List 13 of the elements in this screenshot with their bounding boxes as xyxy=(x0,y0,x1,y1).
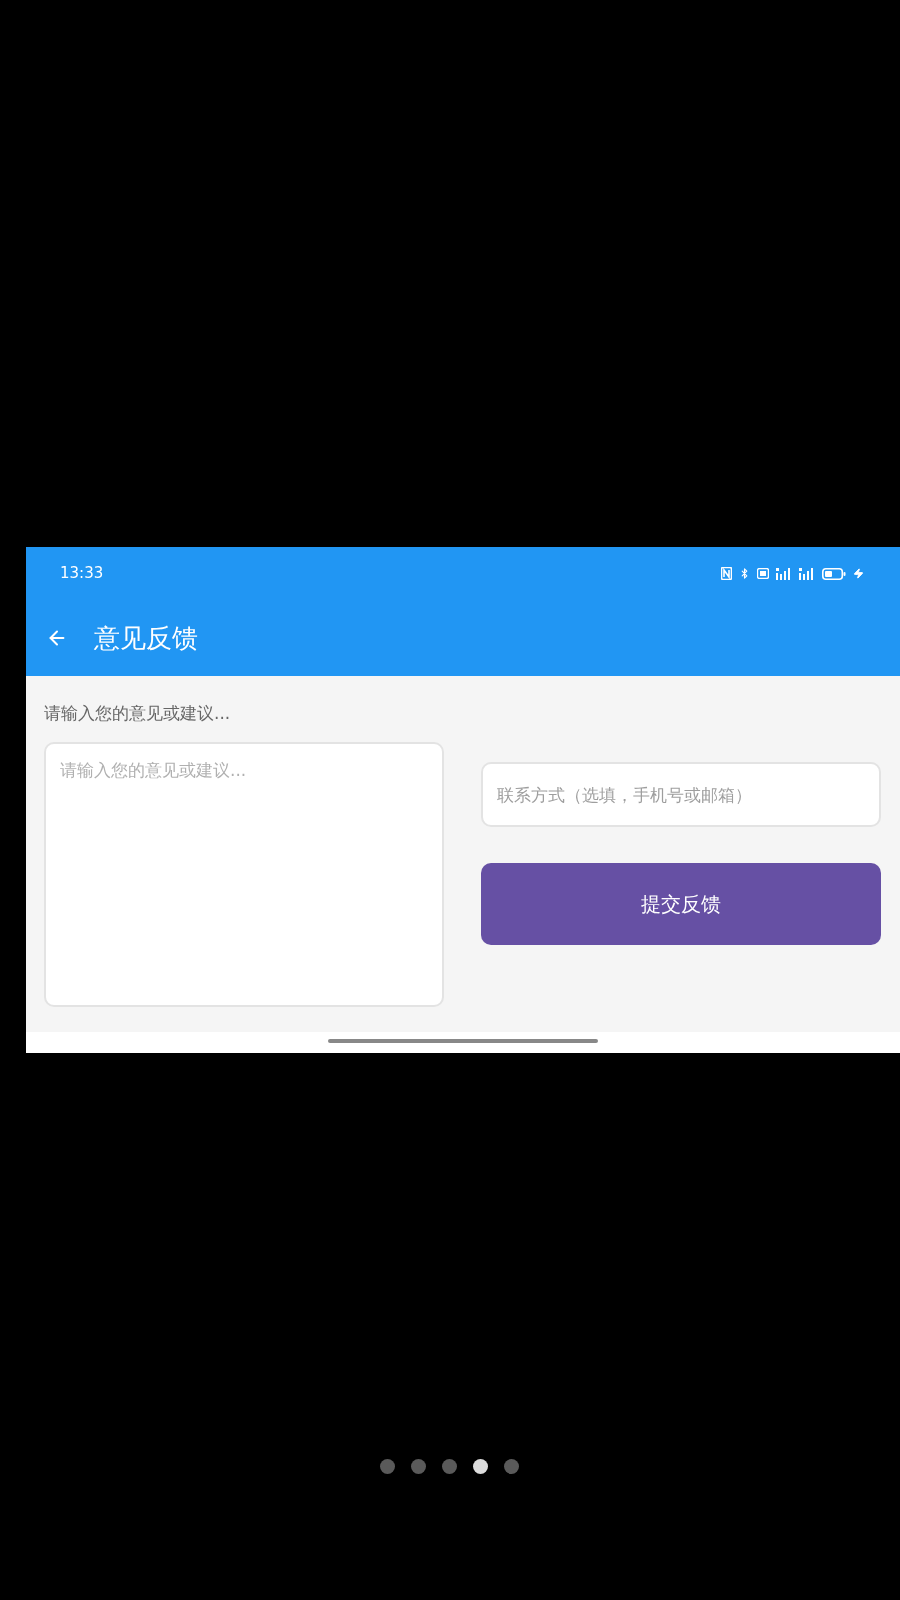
signal-icon xyxy=(776,567,792,580)
nfc-icon xyxy=(721,567,732,580)
charging-icon xyxy=(853,568,864,579)
contact-input[interactable]: 联系方式（选填，手机号或邮箱） xyxy=(481,762,881,827)
feedback-label: 请输入您的意见或建议... xyxy=(44,702,231,724)
bluetooth-icon xyxy=(739,568,750,579)
status-time: 13:33 xyxy=(60,566,104,581)
hd-icon xyxy=(757,568,769,579)
submit-feedback-button[interactable]: 提交反馈 xyxy=(481,863,881,945)
feedback-textarea[interactable]: 请输入您的意见或建议... xyxy=(44,742,444,1007)
battery-icon xyxy=(822,567,846,580)
page-title: 意见反馈 xyxy=(94,625,198,651)
signal-icon xyxy=(799,567,815,580)
